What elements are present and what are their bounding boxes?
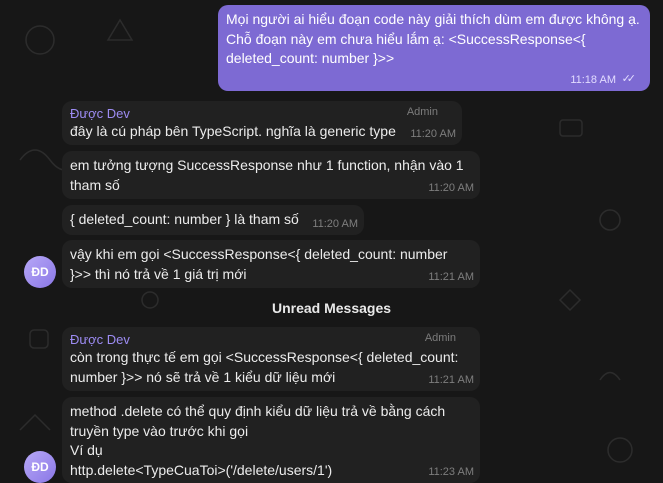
message-bubble[interactable]: { deleted_count: number } là tham số 11:… (62, 205, 364, 235)
admin-badge: Admin (424, 332, 456, 344)
avatar[interactable]: ĐD (24, 256, 56, 288)
unread-messages-divider: Unread Messages (271, 300, 392, 316)
message-time: 11:21 AM (428, 374, 474, 386)
message-time: 11:21 AM (428, 271, 474, 283)
avatar[interactable]: ĐD (24, 451, 56, 483)
message-bubble[interactable]: Được Dev Admin đây là cú pháp bên TypeSc… (62, 101, 462, 145)
message-bubble[interactable]: vậy khi em gọi <SuccessResponse<{ delete… (62, 240, 480, 288)
message-text: method .delete có thể quy định kiểu dữ l… (70, 403, 446, 478)
message-text: vậy khi em gọi <SuccessResponse<{ delete… (70, 246, 448, 282)
sender-name[interactable]: Được Dev (70, 106, 454, 122)
own-message-bubble[interactable]: Mọi người ai hiểu đoạn code này giải thí… (218, 5, 650, 91)
message-text: em tưởng tượng SuccessResponse như 1 fun… (70, 157, 464, 193)
message-time: 11:23 AM (428, 466, 474, 478)
message-text: còn trong thực tế em gọi <SuccessRespons… (70, 349, 459, 385)
message-time: 11:20 AM (428, 182, 474, 194)
message-text: đây là cú pháp bên TypeScript. nghĩa là … (70, 123, 396, 139)
message-time: 11:18 AM (570, 74, 616, 86)
own-message-text: Mọi người ai hiểu đoạn code này giải thí… (226, 11, 640, 66)
message-time: 11:20 AM (410, 128, 456, 140)
admin-badge: Admin (406, 106, 438, 118)
message-bubble[interactable]: method .delete có thể quy định kiểu dữ l… (62, 397, 480, 483)
double-check-icon: ✓✓ (621, 73, 637, 85)
message-time: 11:20 AM (312, 218, 358, 230)
sender-name[interactable]: Được Dev (70, 332, 472, 348)
message-bubble[interactable]: Được Dev Admin còn trong thực tế em gọi … (62, 327, 480, 391)
message-bubble[interactable]: em tưởng tượng SuccessResponse như 1 fun… (62, 151, 480, 199)
